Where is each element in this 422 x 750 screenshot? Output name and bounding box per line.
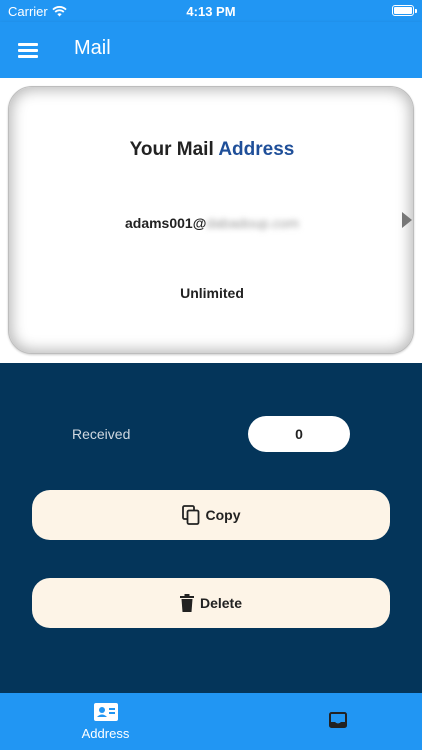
delete-button[interactable]: Delete <box>32 578 390 628</box>
nav-inbox[interactable] <box>211 693 422 750</box>
contact-card-icon <box>94 703 118 721</box>
status-bar: Carrier 4:13 PM <box>0 0 422 22</box>
email-user: adams001@ <box>124 215 207 231</box>
trash-icon <box>179 594 194 612</box>
delete-label: Delete <box>199 595 243 611</box>
address-card: Your Mail Address adams001@dabadoup.com … <box>8 86 414 354</box>
usage-limit: Unlimited <box>180 285 244 301</box>
email-domain-blurred: dabadoup.com <box>206 215 299 231</box>
bottom-nav: Address <box>0 693 422 750</box>
menu-icon[interactable] <box>18 40 40 60</box>
copy-button[interactable]: Copy <box>32 490 390 540</box>
heading-accent: Address <box>218 139 295 160</box>
nav-address-label: Address <box>81 726 130 741</box>
heading-prefix: Your Mail <box>129 139 219 160</box>
app-title: Mail <box>74 37 111 59</box>
actions-panel: Received 0 Copy Delete <box>0 363 422 693</box>
card-heading: Your Mail Address <box>9 139 415 161</box>
received-count: 0 <box>248 416 350 452</box>
mail-address: adams001@dabadoup.com <box>9 215 415 231</box>
status-time: 4:13 PM <box>186 4 236 19</box>
copy-icon <box>181 505 199 525</box>
received-label: Received <box>72 426 131 442</box>
app-bar: Mail <box>0 22 422 78</box>
next-arrow-icon[interactable] <box>402 212 412 228</box>
nav-address[interactable]: Address <box>0 693 211 750</box>
address-card-area: Your Mail Address adams001@dabadoup.com … <box>0 78 422 363</box>
copy-label: Copy <box>205 507 241 523</box>
inbox-icon <box>329 712 347 728</box>
battery-icon <box>392 5 417 16</box>
